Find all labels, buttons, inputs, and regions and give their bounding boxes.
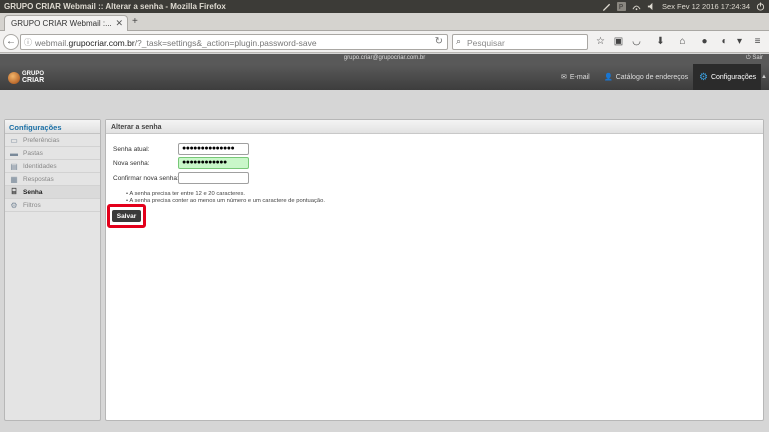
nav-email[interactable]: ✉ E-mail: [555, 64, 596, 90]
settings-sidebar: Configurações ▭ Preferências ▬ Pastas ▤ …: [4, 119, 101, 421]
sidebar-item-label: Identidades: [23, 162, 57, 170]
sidebar-item-senha[interactable]: ⌸ Senha: [5, 186, 100, 199]
new-password-label: Nova senha:: [113, 160, 150, 167]
os-title-bar: GRUPO CRIAR Webmail :: Alterar a senha -…: [0, 0, 769, 13]
keyboard-layout-icon[interactable]: P: [617, 2, 627, 11]
chevron-down-icon[interactable]: ▾: [733, 35, 746, 48]
logo-line2: CRIAR: [22, 77, 45, 84]
nav-settings[interactable]: ⚙ Configurações: [693, 64, 761, 90]
back-button[interactable]: ←: [3, 34, 19, 50]
logo-orb-icon: [8, 72, 20, 84]
tab-bar: GRUPO CRIAR Webmail :... ✕ +: [0, 13, 769, 31]
pen-icon[interactable]: [602, 2, 611, 11]
url-bar[interactable]: ⓘ webmail.grupocriar.com.br/?_task=setti…: [20, 34, 448, 50]
password-hints: • A senha precisa ter entre 12 e 20 cara…: [126, 191, 325, 205]
power-icon: ⏻: [745, 55, 751, 61]
search-input[interactable]: ⌕ Pesquisar: [452, 34, 588, 50]
sidebar-heading: Configurações: [5, 120, 100, 134]
home-icon[interactable]: ⌂: [676, 35, 689, 48]
system-clock[interactable]: Sex Fev 12 2016 17:24:34: [662, 2, 750, 11]
chat-icon[interactable]: ●: [698, 35, 711, 48]
person-icon: 👤: [604, 74, 613, 81]
volume-icon[interactable]: [647, 2, 656, 11]
sidebar-item-label: Pastas: [23, 149, 43, 157]
hamburger-menu-icon[interactable]: ≡: [751, 35, 764, 48]
sidebar-item-label: Senha: [23, 188, 43, 196]
gear-icon: ⚙: [699, 71, 708, 83]
sidebar-item-preferencias[interactable]: ▭ Preferências: [5, 134, 100, 147]
user-bar: grupo.criar@grupocriar.com.br ⏻ Sair: [0, 54, 769, 64]
addon-icon[interactable]: ◐: [718, 35, 731, 48]
current-password-field[interactable]: ●●●●●●●●●●●●●●: [178, 143, 249, 155]
window-title: GRUPO CRIAR Webmail :: Alterar a senha -…: [4, 2, 226, 11]
browser-tab[interactable]: GRUPO CRIAR Webmail :... ✕: [4, 15, 128, 31]
info-icon[interactable]: ⓘ: [24, 37, 32, 48]
download-icon[interactable]: ⬇: [654, 35, 667, 48]
url-domain: grupocriar.com.br: [68, 38, 135, 48]
highlight-box: [107, 204, 146, 228]
chevron-up-icon[interactable]: ▲: [761, 74, 767, 80]
id-card-icon: ▤: [10, 161, 18, 171]
reload-icon[interactable]: ↻: [435, 36, 443, 47]
logout-label: Sair: [752, 55, 763, 61]
sidebar-item-label: Respostas: [23, 175, 54, 183]
gear-icon: ⚙: [10, 200, 18, 210]
new-password-field[interactable]: ●●●●●●●●●●●●: [178, 157, 249, 169]
sidebar-item-label: Preferências: [23, 136, 60, 144]
search-icon: ⌕: [456, 36, 462, 46]
new-tab-button[interactable]: +: [132, 16, 138, 27]
panel-heading: Alterar a senha: [106, 120, 763, 134]
nav-email-label: E-mail: [569, 73, 590, 81]
search-placeholder: Pesquisar: [467, 38, 505, 48]
network-icon[interactable]: [632, 2, 641, 11]
url-path: /?_task=settings&_action=plugin.password…: [134, 38, 317, 48]
url-prefix: webmail.: [35, 38, 69, 48]
current-password-label: Senha atual:: [113, 146, 150, 153]
logo[interactable]: GRUPO CRIAR: [8, 71, 44, 85]
navigation-toolbar: ← ⓘ webmail.grupocriar.com.br/?_task=set…: [0, 31, 769, 53]
hint-item: • A senha precisa ter entre 12 e 20 cara…: [126, 191, 246, 197]
folder-icon: ▬: [10, 148, 18, 158]
confirm-password-label: Confirmar nova senha:: [113, 175, 179, 182]
sidebar-item-respostas[interactable]: ▦ Respostas: [5, 173, 100, 186]
monitor-icon: ▭: [10, 135, 18, 145]
sidebar-item-filtros[interactable]: ⚙ Filtros: [5, 199, 100, 212]
hint-item: • A senha precisa conter ao menos um núm…: [126, 198, 325, 204]
confirm-password-field[interactable]: [178, 172, 249, 184]
password-panel: Alterar a senha Senha atual: ●●●●●●●●●●●…: [105, 119, 764, 421]
nav-settings-label: Configurações: [710, 73, 757, 81]
key-icon: ⌸: [11, 187, 17, 196]
bookmark-star-icon[interactable]: ☆: [594, 35, 607, 48]
logout-button[interactable]: ⏻ Sair: [746, 55, 763, 62]
nav-contacts[interactable]: 👤 Catálogo de endereços: [598, 64, 694, 90]
envelope-icon: ✉: [561, 74, 567, 81]
webmail-header: GRUPO CRIAR ✉ E-mail 👤 Catálogo de ender…: [0, 64, 769, 90]
power-icon[interactable]: [756, 2, 765, 11]
svg-text:P: P: [619, 2, 624, 11]
user-email: grupo.criar@grupocriar.com.br: [343, 55, 426, 61]
nav-contacts-label: Catálogo de endereços: [615, 73, 689, 81]
system-tray: P Sex Fev 12 2016 17:24:34: [602, 0, 769, 13]
sidebar-item-identidades[interactable]: ▤ Identidades: [5, 160, 100, 173]
sidebar-item-label: Filtros: [23, 201, 41, 209]
arrow-left-icon: ←: [6, 36, 16, 47]
pocket-icon[interactable]: ◡: [630, 35, 643, 48]
document-icon: ▦: [10, 174, 18, 184]
tab-title: GRUPO CRIAR Webmail :...: [11, 19, 112, 28]
clipboard-icon[interactable]: ▣: [612, 35, 625, 48]
sidebar-item-pastas[interactable]: ▬ Pastas: [5, 147, 100, 160]
close-icon[interactable]: ✕: [115, 18, 123, 29]
